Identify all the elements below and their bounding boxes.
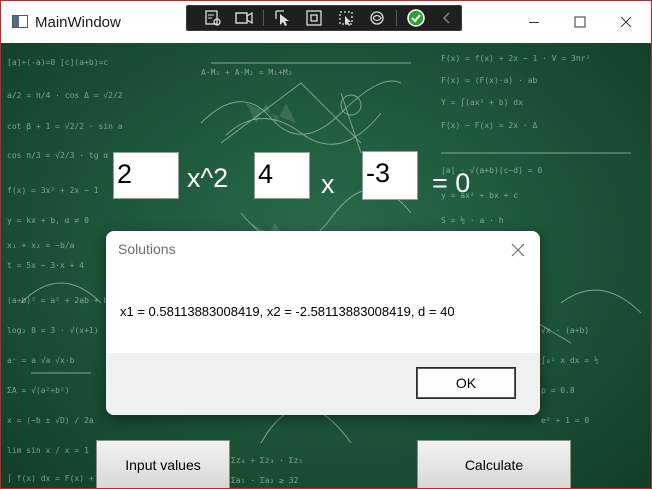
live-visual-tree-button[interactable] — [199, 7, 226, 29]
svg-text:(a+b)² = a² + 2ab + b²: (a+b)² = a² + 2ab + b² — [7, 296, 113, 305]
record-button[interactable] — [230, 7, 257, 29]
svg-text:a/2 = π/4 · cos Δ = √2/2: a/2 = π/4 · cos Δ = √2/2 — [7, 91, 123, 100]
svg-text:a⁺ = a √a √x·b: a⁺ = a √a √x·b — [7, 356, 75, 365]
display-layout-adorners-icon — [306, 10, 323, 26]
svg-text:t = 5x − 3·x + 4: t = 5x − 3·x + 4 — [7, 261, 84, 270]
coefficient-c-input[interactable]: -3 — [362, 151, 418, 200]
window-title: MainWindow — [35, 14, 121, 31]
main-window: MainWindow [a]+(-a)=0 [c](a+b)=c a/2 = π… — [0, 0, 652, 489]
svg-text:[a]+(-a)=0 [c](a+b)=c: [a]+(-a)=0 [c](a+b)=c — [7, 58, 108, 67]
close-button[interactable] — [603, 1, 649, 43]
svg-text:y = kx + b, α ≠ 0: y = kx + b, α ≠ 0 — [7, 216, 89, 225]
svg-text:Σz₄ ÷ Σz₃ · Σz₅: Σz₄ ÷ Σz₃ · Σz₅ — [231, 456, 303, 465]
select-element-button[interactable] — [270, 7, 297, 29]
dialog-message: x1 = 0.58113883008419, x2 = -2.581138830… — [120, 304, 455, 319]
live-visual-tree-icon — [204, 10, 221, 26]
toolbar-separator — [263, 10, 264, 26]
dialog-footer: OK — [106, 353, 540, 415]
svg-text:ΣA = √(a²+b²): ΣA = √(a²+b²) — [7, 386, 70, 395]
collapse-toolbar-button[interactable] — [434, 7, 461, 29]
dialog-close-button[interactable] — [506, 238, 530, 262]
svg-text:x₁ + x₂ = −b/a: x₁ + x₂ = −b/a — [7, 241, 75, 250]
svg-text:e² + 1 = 0: e² + 1 = 0 — [541, 416, 589, 425]
close-icon — [620, 16, 632, 28]
binding-failures-icon — [369, 11, 384, 25]
minimize-button[interactable] — [511, 1, 557, 43]
svg-text:Σa₁ · Σa₂ ≥ 32: Σa₁ · Σa₂ ≥ 32 — [231, 476, 299, 485]
display-layout-adorners-button[interactable] — [301, 7, 328, 29]
maximize-button[interactable] — [557, 1, 603, 43]
xaml-debug-toolbar — [186, 5, 462, 31]
svg-text:F(x) − F(x) = 2x · Δ: F(x) − F(x) = 2x · Δ — [441, 121, 538, 130]
svg-text:S = ½ · a · h: S = ½ · a · h — [441, 215, 504, 225]
equals-zero-label: = 0 — [432, 168, 471, 198]
select-element-icon — [275, 10, 290, 26]
svg-text:∫ f(x) dx = F(x) + C: ∫ f(x) dx = F(x) + C — [7, 474, 104, 483]
svg-text:∫₀¹ x dx = ½: ∫₀¹ x dx = ½ — [541, 355, 599, 365]
svg-text:cot β + 1 = √2/2 · sin a: cot β + 1 = √2/2 · sin a — [7, 122, 123, 131]
svg-text:f(x) = 3x² + 2x − 1: f(x) = 3x² + 2x − 1 — [7, 186, 99, 195]
calculate-button[interactable]: Calculate — [417, 440, 571, 488]
minimize-icon — [529, 22, 539, 23]
svg-text:x = (−b ± √D) / 2a: x = (−b ± √D) / 2a — [7, 416, 94, 425]
record-icon — [234, 11, 253, 25]
coefficient-a-input[interactable]: 2 — [113, 152, 179, 199]
x-label: x — [321, 169, 335, 199]
solutions-dialog: Solutions x1 = 0.58113883008419, x2 = -2… — [106, 231, 540, 415]
chevron-left-icon — [443, 12, 450, 24]
hot-reload-status-button[interactable] — [403, 7, 430, 29]
track-focus-icon — [338, 11, 353, 26]
svg-text:Y = ∫(ax² + b) dx: Y = ∫(ax² + b) dx — [441, 98, 523, 107]
svg-text:F(x) = f(x) + 2x − 1 · V = 3πr: F(x) = f(x) + 2x − 1 · V = 3πr² — [441, 54, 590, 63]
maximize-icon — [574, 16, 586, 28]
track-focus-button[interactable] — [332, 7, 359, 29]
svg-text:lim sin x / x = 1: lim sin x / x = 1 — [7, 446, 89, 455]
svg-text:F(x) = (F(x)·a) · ab: F(x) = (F(x)·a) · ab — [441, 76, 538, 85]
input-values-button[interactable]: Input values — [96, 440, 230, 488]
x-squared-label: x^2 — [187, 163, 229, 193]
svg-text:A·M₁ + A·M₂ = M₁+M₂: A·M₁ + A·M₂ = M₁+M₂ — [201, 68, 293, 77]
app-icon — [12, 15, 28, 28]
binding-failures-button[interactable] — [363, 7, 390, 29]
hot-reload-status-icon — [407, 9, 426, 27]
close-icon — [511, 243, 525, 257]
toolbar-separator — [396, 10, 397, 26]
ok-button[interactable]: OK — [416, 367, 516, 399]
coefficient-b-input[interactable]: 4 — [254, 152, 310, 199]
title-bar[interactable]: MainWindow — [1, 1, 651, 43]
svg-text:√x · (a+b): √x · (a+b) — [541, 326, 589, 335]
svg-text:p = 0.8: p = 0.8 — [541, 386, 575, 395]
svg-text:log₂ 8 = 3 · √(x+1): log₂ 8 = 3 · √(x+1) — [7, 326, 99, 335]
svg-text:cos π/3 = √2/3 · tg α: cos π/3 = √2/3 · tg α — [7, 151, 108, 160]
dialog-title: Solutions — [118, 241, 176, 257]
